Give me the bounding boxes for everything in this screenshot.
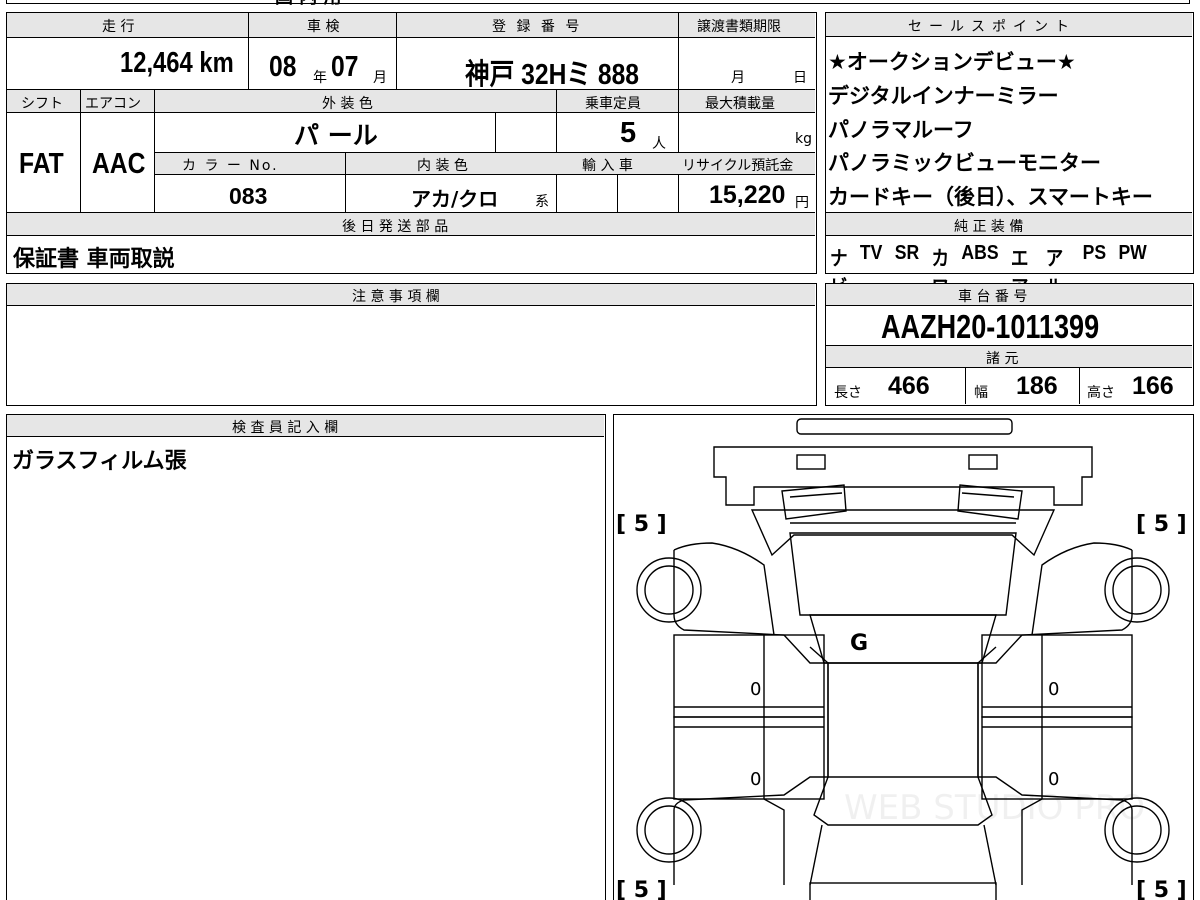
car-diagram: WEB STUDIO PRO [ 5 ] [ 5 ] [ 5 ] [ 5 ] G…: [616, 418, 1187, 900]
later-parts-text: 保証書 車両取説: [13, 247, 175, 272]
sales-point-item: デジタルインナーミラー: [828, 84, 1059, 108]
inspector-header: 検 査 員 記 入 欄: [232, 420, 339, 436]
color-no-value: 083: [229, 183, 268, 209]
header-exterior-color: 外 装 色: [322, 96, 373, 112]
equipment-header: 純 正 装 備: [954, 219, 1024, 235]
height-label: 高さ: [1087, 385, 1115, 401]
sales-point-item: パノラマルーフ: [828, 118, 974, 142]
right-rear-door-mark: 0: [1048, 769, 1059, 790]
sales-point-item: ★オークションデビュー★: [828, 50, 1076, 74]
header-shift: シフト: [21, 96, 63, 112]
recycle-unit: 円: [795, 195, 809, 211]
shift-value: FAT: [19, 148, 64, 180]
chassis-panel: 車 台 番 号 AAZH20-1011399 諸 元 長さ 466 幅 186 …: [825, 283, 1194, 406]
rear-left-tire-score: [ 5 ]: [616, 878, 667, 900]
header-inspection: 車 検: [307, 19, 340, 35]
roof-mark: G: [850, 631, 868, 656]
load-unit: kg: [795, 131, 812, 147]
length-value: 466: [888, 372, 930, 400]
deadline-month-unit: 月: [731, 70, 745, 86]
header-color-no: カ ラ ー No.: [182, 158, 279, 174]
registration-number: 神戸 32Hミ 888: [465, 59, 639, 91]
right-front-door-mark: 0: [1048, 679, 1059, 700]
front-left-tire-score: [ 5 ]: [616, 512, 667, 537]
header-max-load: 最大積載量: [705, 96, 775, 112]
deadline-day-unit: 日: [793, 70, 807, 86]
header-capacity: 乗車定員: [585, 96, 641, 112]
height-value: 166: [1132, 372, 1174, 400]
inspector-text: ガラスフィルム張: [12, 449, 187, 474]
sales-points-panel: セールスポイント ★オークションデビュー★ デジタルインナーミラー パノラマルー…: [825, 12, 1194, 328]
width-value: 186: [1016, 372, 1058, 400]
recycle-fee-value: 15,220: [709, 181, 786, 209]
interior-color-value: アカ/クロ: [411, 187, 499, 211]
width-label: 幅: [974, 385, 988, 401]
top-strip-text: 国 内 用: [275, 0, 342, 9]
inspection-year: 08: [269, 51, 297, 83]
watermark: WEB STUDIO PRO: [844, 788, 1145, 828]
capacity-value: 5: [620, 117, 637, 149]
notes-header: 注 意 事 項 欄: [352, 289, 440, 305]
header-transfer-deadline: 譲渡書類期限: [697, 19, 781, 35]
sales-point-item: パノラミックビューモニター: [828, 151, 1101, 175]
inspector-panel: 検 査 員 記 入 欄 ガラスフィルム張: [6, 414, 606, 900]
header-registration: 登 録 番 号: [492, 19, 583, 35]
sales-point-item: カードキー（後日）、スマートキー: [828, 185, 1153, 209]
header-recycle: リサイクル預託金: [682, 158, 794, 174]
chassis-header: 車 台 番 号: [958, 289, 1028, 305]
sales-points-header: セールスポイント: [908, 19, 1076, 35]
specs-header: 諸 元: [986, 351, 1019, 367]
header-import: 輸 入 車: [582, 158, 633, 174]
interior-suffix: 系: [535, 194, 549, 210]
header-mileage: 走 行: [102, 19, 135, 35]
front-right-tire-score: [ 5 ]: [1136, 512, 1187, 537]
length-label: 長さ: [834, 385, 862, 401]
vehicle-info-panel: 走 行 車 検 登 録 番 号 譲渡書類期限 12,464 km 08 年 07…: [6, 12, 817, 274]
capacity-unit: 人: [652, 136, 666, 152]
aircon-value: AAC: [92, 148, 146, 180]
later-parts-header: 後 日 発 送 部 品: [342, 219, 449, 235]
mileage-value: 12,464 km: [120, 47, 234, 79]
rear-right-tire-score: [ 5 ]: [1136, 878, 1187, 900]
exterior-color-value: パ ール: [294, 121, 378, 150]
inspection-year-unit: 年: [313, 70, 327, 86]
left-rear-door-mark: 0: [750, 769, 761, 790]
left-front-door-mark: 0: [750, 679, 761, 700]
top-strip: 国 内 用: [6, 0, 1190, 8]
damage-diagram-panel: WEB STUDIO PRO [ 5 ] [ 5 ] [ 5 ] [ 5 ] G…: [613, 414, 1194, 900]
header-aircon: エアコン: [85, 96, 141, 112]
inspection-month: 07: [331, 51, 359, 83]
header-interior-color: 内 装 色: [417, 158, 468, 174]
chassis-number: AAZH20-1011399: [881, 308, 1100, 345]
notes-panel: 注 意 事 項 欄: [6, 283, 817, 406]
inspection-month-unit: 月: [373, 70, 387, 86]
